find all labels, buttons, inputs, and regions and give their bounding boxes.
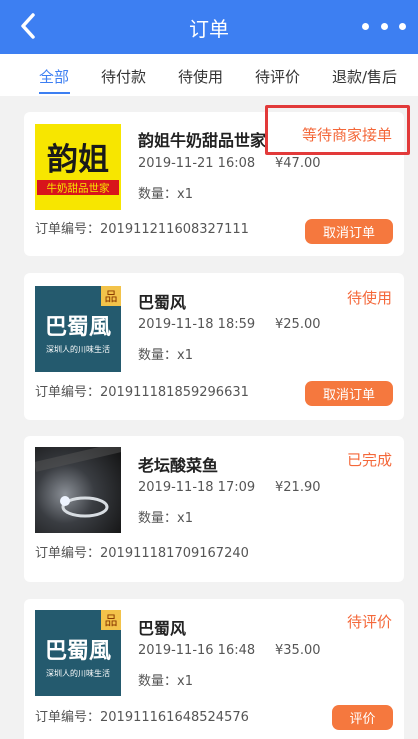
cancel-order-button[interactable]: 取消订单 [305, 381, 393, 406]
order-card[interactable]: 品 巴蜀風 深圳人的川味生活 巴蜀风 待使用 2019-11-18 18:59 … [24, 273, 404, 420]
logo-badge-text: 品 [104, 614, 117, 629]
logo-sub-text: 深圳人的川味生活 [46, 668, 110, 678]
order-quantity: 数量：x1 [138, 348, 193, 363]
page-title: 订单 [189, 16, 229, 41]
order-card[interactable]: 老坛酸菜鱼 已完成 2019-11-18 17:09 ¥21.90 数量：x1 … [24, 436, 404, 582]
review-button[interactable]: 评价 [332, 705, 393, 730]
order-number: 订单编号：201911211608327111 [35, 222, 249, 237]
logo-main-text: 巴蜀風 [45, 638, 111, 664]
order-price: ¥21.90 [275, 480, 321, 495]
tab-to-review[interactable]: 待评价 [255, 66, 300, 87]
shop-logo: 韵姐 牛奶甜品世家 [35, 124, 121, 210]
order-tabs: 全部 待付款 待使用 待评价 退款/售后 [0, 54, 418, 96]
order-status: 已完成 [346, 451, 392, 469]
cancel-order-button[interactable]: 取消订单 [305, 219, 393, 244]
app-header: 订单 [0, 0, 418, 54]
order-price: ¥47.00 [275, 156, 321, 171]
order-status: 待使用 [346, 289, 392, 307]
logo-main-text: 巴蜀風 [45, 314, 111, 340]
logo-main-text: 韵姐 [47, 142, 109, 178]
logo-sub-text: 深圳人的川味生活 [46, 344, 110, 354]
active-tab-indicator [39, 92, 70, 94]
order-date: 2019-11-18 17:09 [138, 480, 256, 495]
order-price: ¥25.00 [275, 317, 321, 332]
tab-pending-payment[interactable]: 待付款 [101, 66, 146, 87]
order-date: 2019-11-16 16:48 [138, 643, 256, 658]
status-highlight-box [265, 105, 410, 155]
order-quantity: 数量：x1 [138, 674, 193, 689]
shop-name[interactable]: 韵姐牛奶甜品世家 [138, 127, 266, 151]
chevron-left-icon[interactable] [16, 9, 46, 43]
order-card[interactable]: 品 巴蜀風 深圳人的川味生活 巴蜀风 待评价 2019-11-16 16:48 … [24, 599, 404, 739]
shop-name[interactable]: 巴蜀风 [138, 615, 186, 639]
order-status: 待评价 [346, 613, 392, 631]
shop-name[interactable]: 巴蜀风 [138, 289, 186, 313]
shop-logo: 品 巴蜀風 深圳人的川味生活 [35, 286, 121, 372]
order-number: 订单编号：201911181859296631 [35, 385, 249, 400]
more-dots-icon[interactable] [362, 15, 406, 37]
order-quantity: 数量：x1 [138, 511, 193, 526]
order-quantity: 数量：x1 [138, 187, 193, 202]
logo-sub-text: 牛奶甜品世家 [47, 182, 110, 195]
logo-badge-text: 品 [104, 290, 117, 305]
tab-to-use[interactable]: 待使用 [178, 66, 223, 87]
product-photo [35, 447, 121, 533]
order-number: 订单编号：201911181709167240 [35, 546, 249, 561]
order-price: ¥35.00 [275, 643, 321, 658]
shop-name[interactable]: 老坛酸菜鱼 [138, 452, 218, 476]
order-date: 2019-11-18 18:59 [138, 317, 256, 332]
order-number: 订单编号：201911161648524576 [35, 710, 249, 725]
shop-logo: 品 巴蜀風 深圳人的川味生活 [35, 610, 121, 696]
tab-refund-aftersale[interactable]: 退款/售后 [332, 66, 397, 87]
tab-all[interactable]: 全部 [39, 66, 69, 87]
order-date: 2019-11-21 16:08 [138, 156, 256, 171]
